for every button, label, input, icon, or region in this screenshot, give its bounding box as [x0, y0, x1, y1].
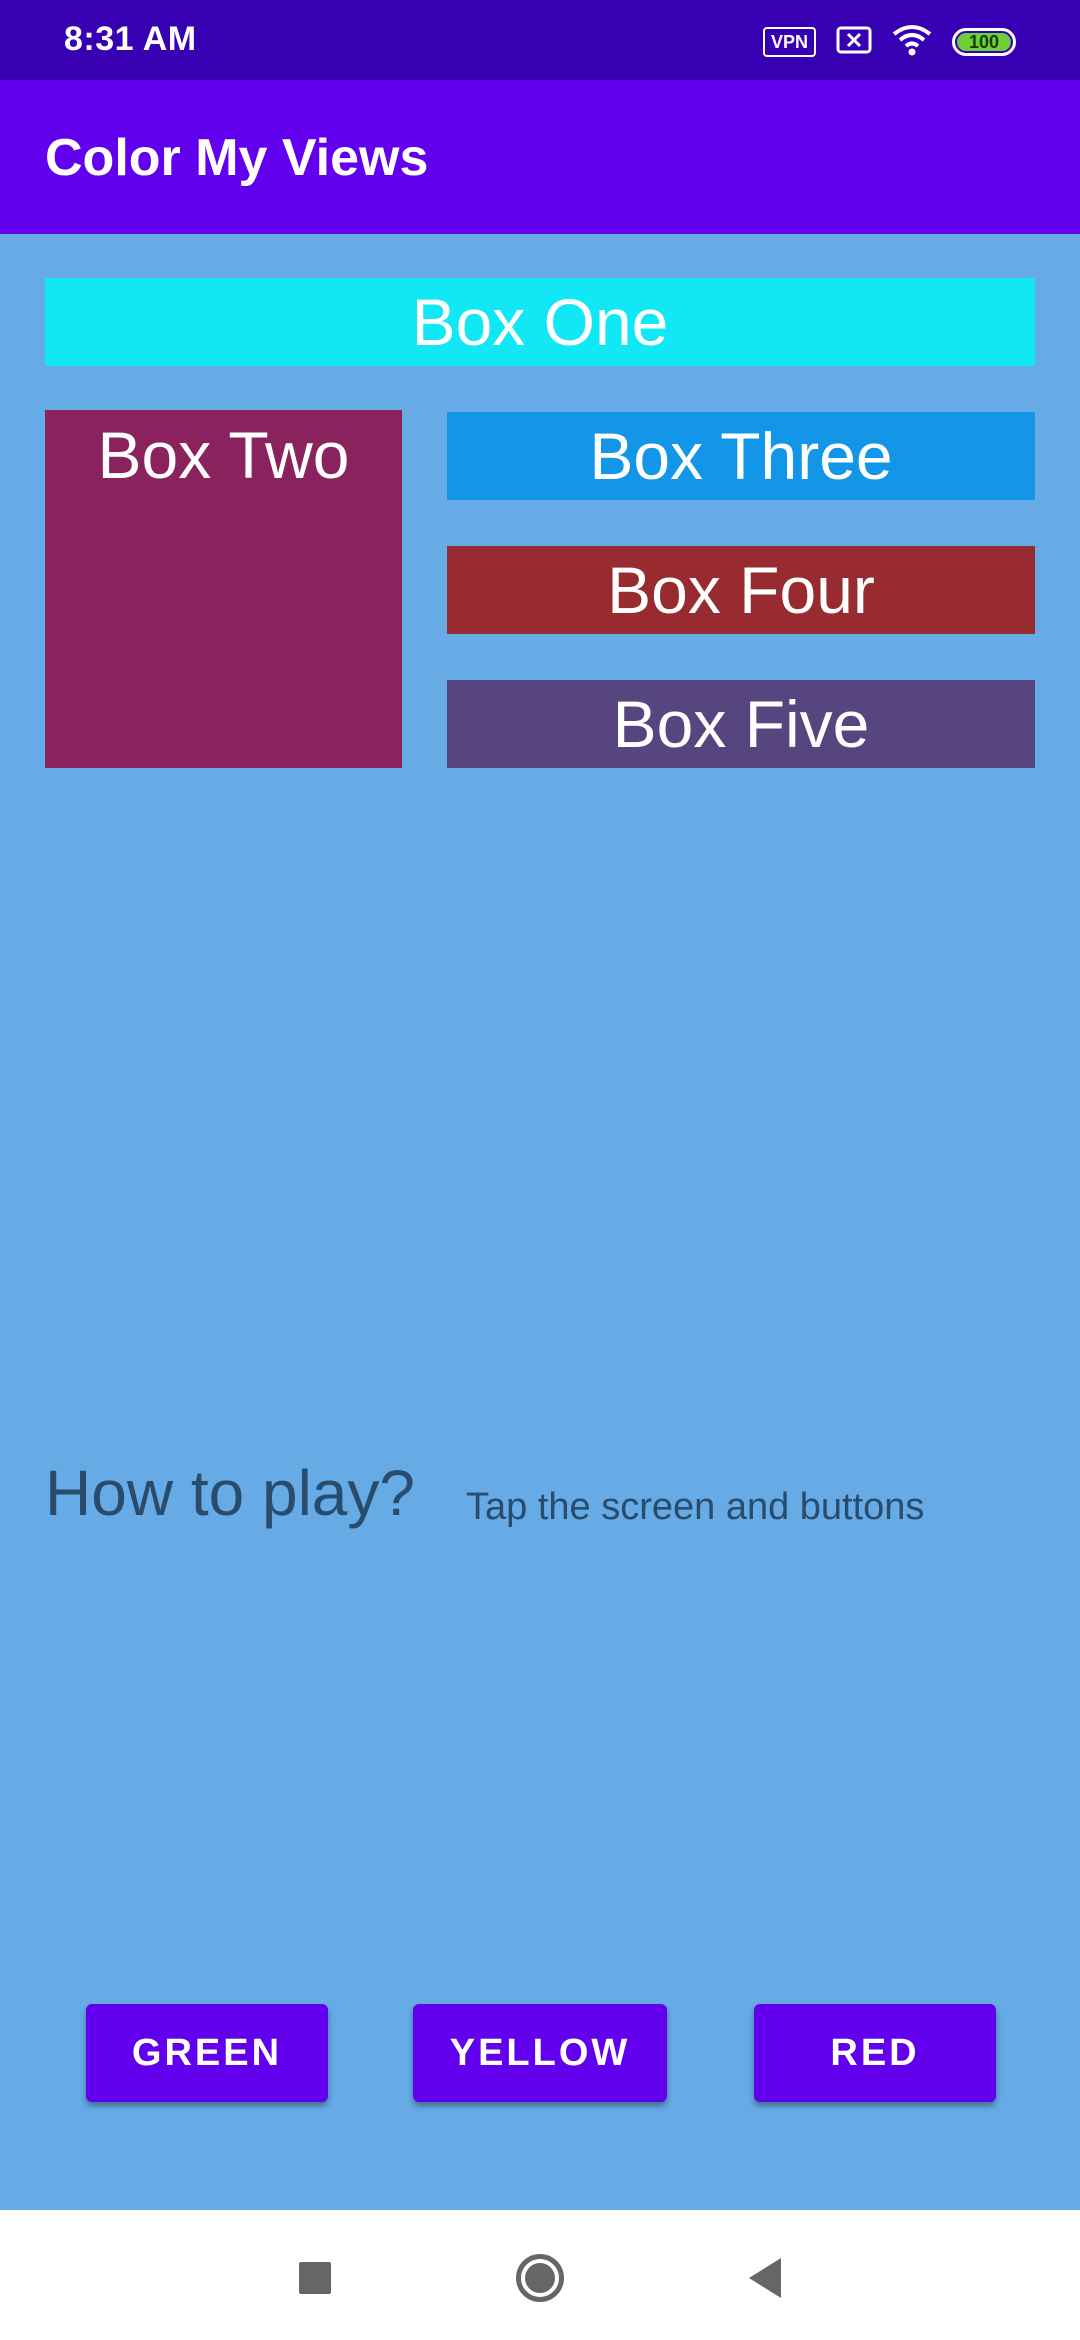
back-icon	[749, 2258, 781, 2298]
home-button[interactable]	[512, 2250, 568, 2306]
vpn-icon: VPN	[762, 27, 816, 57]
home-icon	[516, 2254, 564, 2302]
red-button[interactable]: RED	[754, 2004, 996, 2102]
back-button[interactable]	[737, 2250, 793, 2306]
recents-icon	[299, 2262, 331, 2294]
how-to-play-label: How to play?	[45, 1457, 415, 1529]
navigation-bar	[0, 2210, 1080, 2340]
wifi-icon	[892, 24, 932, 61]
app-bar: Color My Views	[0, 80, 1080, 234]
green-button[interactable]: GREEN	[86, 2004, 328, 2102]
battery-level: 100	[968, 31, 1000, 52]
yellow-button[interactable]: YELLOW	[413, 2004, 667, 2102]
box-five[interactable]: Box Five	[447, 680, 1035, 768]
box-three[interactable]: Box Three	[447, 412, 1035, 500]
box-two[interactable]: Box Two	[45, 410, 402, 768]
recents-button[interactable]	[287, 2250, 343, 2306]
instructions-text: Tap the screen and buttons	[466, 1486, 925, 1528]
status-icons: VPN 100	[762, 22, 1016, 62]
app-title: Color My Views	[45, 129, 429, 187]
battery-icon: 100	[952, 28, 1016, 56]
no-sim-icon	[836, 25, 872, 60]
box-four[interactable]: Box Four	[447, 546, 1035, 634]
status-time: 8:31 AM	[64, 20, 197, 58]
box-one[interactable]: Box One	[45, 278, 1035, 366]
status-bar: 8:31 AM VPN 100	[0, 0, 1080, 80]
